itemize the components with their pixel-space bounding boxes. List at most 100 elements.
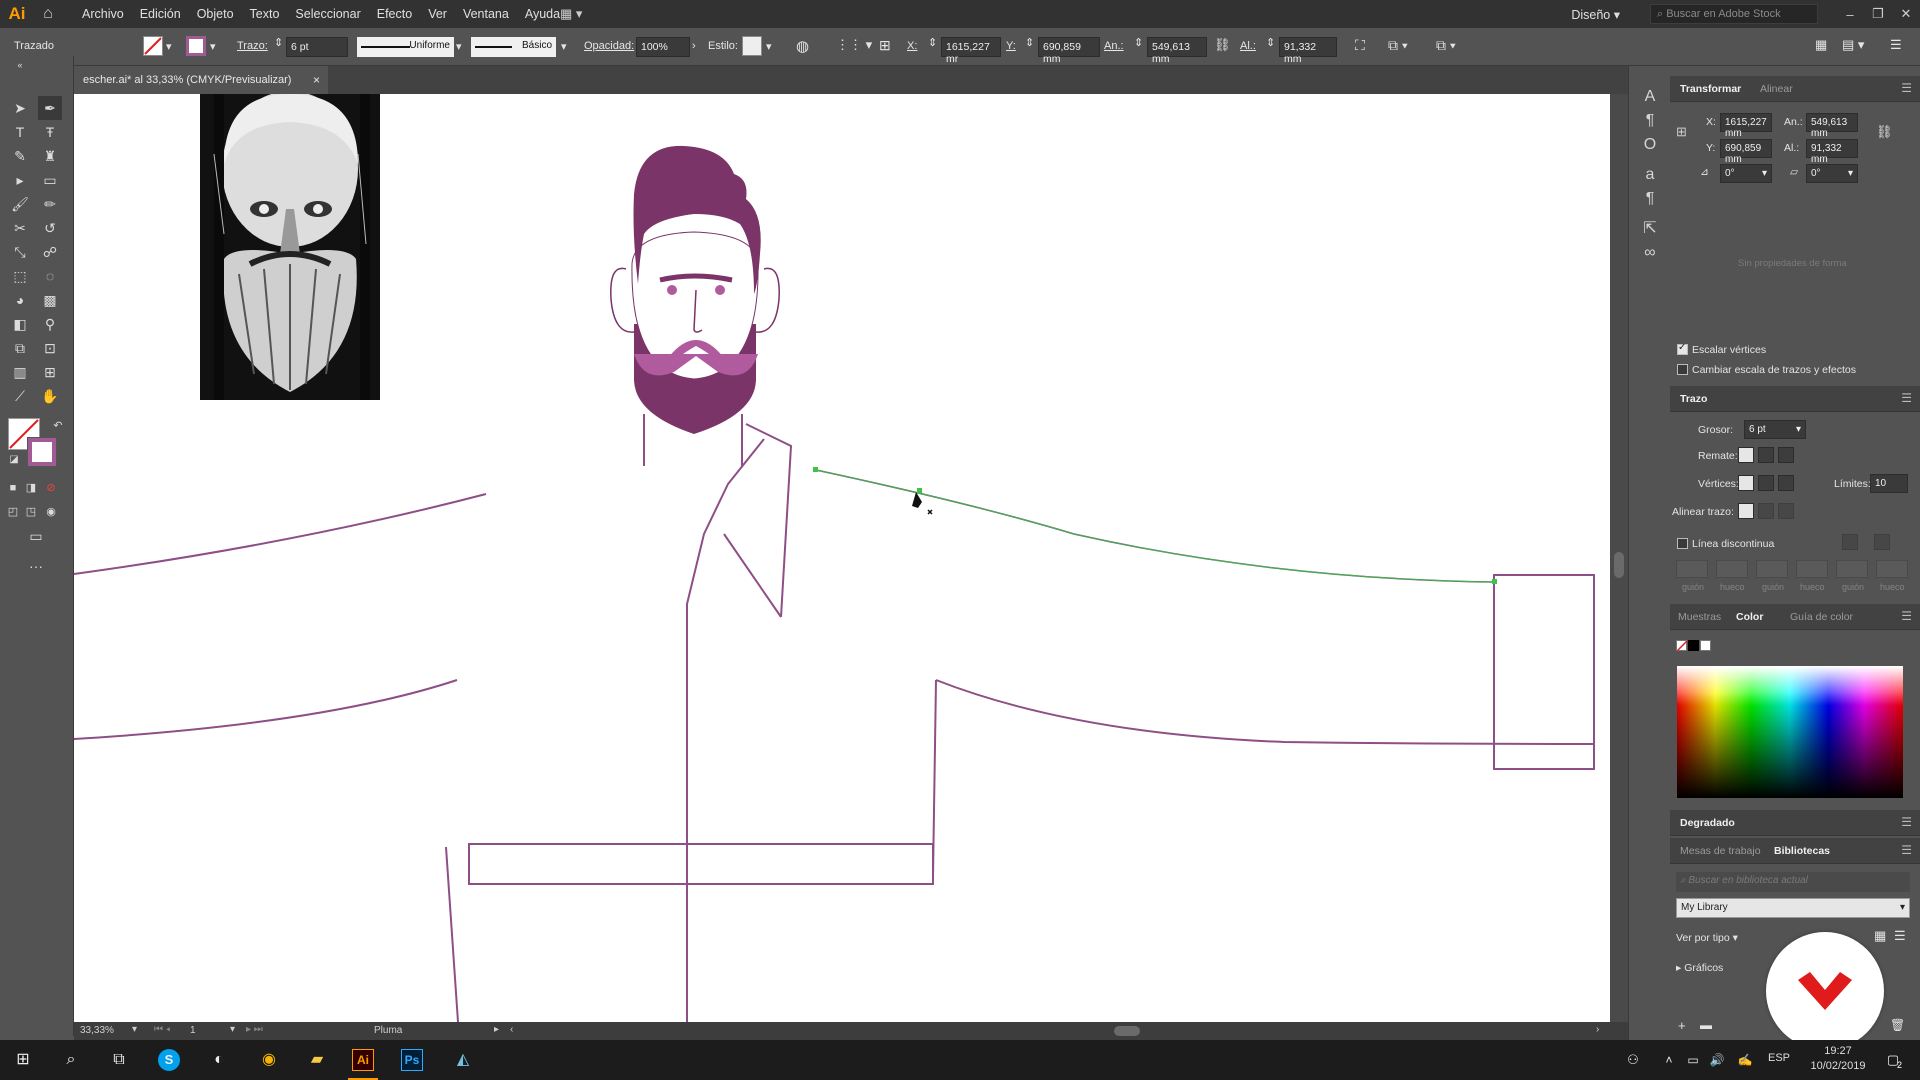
menu-ver[interactable]: Ver [420, 7, 455, 21]
transform-y-field[interactable]: 690,859 mm [1720, 139, 1772, 165]
symbol-sprayer-tool-icon[interactable]: ⊡ [38, 336, 62, 360]
graphics-section[interactable]: ▸ Gráficos [1676, 962, 1723, 974]
transform-x-field[interactable]: 1615,227 mm [1720, 113, 1772, 139]
artboard-number[interactable]: 1 [190, 1025, 196, 1036]
none-mode-icon[interactable]: ⊘ [42, 476, 60, 500]
arrange-icon[interactable]: ▦ [1815, 37, 1827, 53]
network-icon[interactable]: ▭ [1680, 1048, 1706, 1072]
view-by-type[interactable]: Ver por tipo ▾ [1676, 932, 1738, 944]
document-tab[interactable]: escher.ai* al 33,33% (CMYK/Previsualizar… [74, 66, 328, 94]
paragraph-panel-icon[interactable]: ¶ [1639, 110, 1661, 132]
fill-dropdown-icon[interactable]: ▾ [166, 40, 172, 53]
reference-point-locator-icon[interactable]: ⊞ [1676, 124, 1687, 140]
scale-tool-icon[interactable]: ⤡ [8, 240, 32, 264]
slice-tool-icon[interactable]: ⟋ [8, 384, 32, 408]
none-color-swatch[interactable] [1676, 640, 1688, 652]
round-join-icon[interactable] [1758, 475, 1774, 491]
draw-behind-icon[interactable]: ◳ [22, 500, 40, 524]
screen-mode-icon[interactable]: ▭ [24, 524, 48, 548]
zoom-dropdown-icon[interactable]: ▾ [132, 1024, 137, 1035]
menu-ventana[interactable]: Ventana [455, 7, 517, 21]
color-spectrum[interactable] [1677, 666, 1903, 798]
tab-alinear[interactable]: Alinear [1760, 83, 1793, 95]
profile-dropdown-icon[interactable]: ▾ [456, 40, 462, 53]
graphic-style-swatch[interactable] [742, 36, 762, 56]
artboard-dropdown-icon[interactable]: ▾ [230, 1024, 235, 1035]
edit-toolbar-icon[interactable]: ··· [24, 554, 48, 578]
touch-type-tool-icon[interactable]: Ŧ [38, 120, 62, 144]
menu-seleccionar[interactable]: Seleccionar [287, 7, 368, 21]
home-icon[interactable]: ⌂ [34, 5, 62, 23]
stroke-weight-field[interactable]: 6 pt [286, 37, 348, 57]
tray-expand-icon[interactable]: ˄ [1656, 1048, 1682, 1072]
tab-degradado[interactable]: Degradado [1680, 817, 1735, 829]
reference-point-icon[interactable]: ⊞ [879, 37, 891, 54]
tab-guia-de-color[interactable]: Guía de color [1790, 611, 1853, 623]
variable-width-profile[interactable]: Uniforme [357, 37, 454, 57]
close-window-icon[interactable]: ✕ [1892, 6, 1920, 22]
rotate-dropdown-icon[interactable]: ▾ [1762, 168, 1767, 179]
stock-search-input[interactable]: ⌕ Buscar en Adobe Stock [1650, 4, 1818, 24]
task-view-icon[interactable]: ⧉ [106, 1048, 132, 1072]
chrome-icon[interactable]: ◉ [256, 1048, 282, 1072]
stroke-swatch[interactable] [27, 437, 57, 467]
align-outside-icon[interactable] [1778, 503, 1794, 519]
shear-dropdown-icon[interactable]: ▾ [1848, 168, 1853, 179]
file-explorer-icon[interactable]: ▰ [304, 1048, 330, 1072]
trash-icon[interactable]: 🗑 [1890, 1018, 1905, 1032]
active-pen-path[interactable] [813, 467, 1497, 584]
pen-tool-icon[interactable]: ✒ [38, 96, 62, 120]
library-search-input[interactable]: ⌕ Buscar en biblioteca actual [1676, 872, 1910, 892]
mesh-tool-icon[interactable]: ▩ [38, 288, 62, 312]
folder-icon[interactable]: ▬ [1700, 1018, 1712, 1032]
artboard[interactable] [74, 94, 1610, 1022]
libraries-panel-menu-icon[interactable]: ☰ [1901, 843, 1912, 857]
control-menu-icon[interactable]: ☰ [1890, 37, 1902, 53]
volume-icon[interactable]: 🔊 [1704, 1048, 1730, 1072]
restore-icon[interactable]: ❐ [1864, 6, 1892, 22]
y-stepper-icon[interactable]: ⇕ [1025, 36, 1034, 49]
gap-field-1[interactable] [1716, 560, 1748, 578]
draw-inside-icon[interactable]: ◉ [42, 500, 60, 524]
library-select[interactable]: My Library ▾ [1676, 898, 1910, 918]
shape-builder-tool-icon[interactable]: ◕ [8, 288, 32, 312]
height-stepper-icon[interactable]: ⇕ [1266, 36, 1275, 49]
width-stepper-icon[interactable]: ⇕ [1134, 36, 1143, 49]
swap-fill-stroke-icon[interactable]: ↶ [46, 414, 70, 438]
free-transform-tool-icon[interactable]: ⬚ [8, 264, 32, 288]
tab-color[interactable]: Color [1736, 611, 1763, 623]
menu-edicion[interactable]: Edición [132, 7, 189, 21]
stroke-weight-label[interactable]: Trazo: [237, 40, 268, 52]
photoshop-icon[interactable]: Ps [401, 1049, 423, 1071]
dash-field-1[interactable] [1676, 560, 1708, 578]
language-indicator[interactable]: ESP [1768, 1052, 1790, 1064]
align-options-icon[interactable]: ⋮⋮ ▾ [836, 37, 872, 53]
opacity-label[interactable]: Opacidad: [584, 40, 634, 52]
links-panel-icon[interactable]: ∞ [1639, 242, 1661, 264]
fill-none-swatch[interactable] [143, 36, 163, 56]
isolate-icon[interactable]: ⧉ ▾ [1388, 37, 1408, 54]
dash-field-2[interactable] [1756, 560, 1788, 578]
gap-field-2[interactable] [1796, 560, 1828, 578]
panel-menu-icon[interactable]: ☰ [1901, 81, 1912, 95]
x-field[interactable]: 1615,227 mr [941, 37, 1001, 65]
arrange-documents-icon[interactable]: ▦ ▾ [560, 6, 582, 22]
type-tool-icon[interactable]: T [8, 120, 32, 144]
tab-bibliotecas[interactable]: Bibliotecas [1774, 845, 1830, 857]
align-inside-icon[interactable] [1758, 503, 1774, 519]
constrain-proportions-icon[interactable]: ⛓ [1214, 37, 1231, 53]
start-icon[interactable]: ⊞ [10, 1048, 36, 1072]
x-stepper-icon[interactable]: ⇕ [928, 36, 937, 49]
style-dropdown-icon[interactable]: ▾ [766, 40, 772, 53]
menu-texto[interactable]: Texto [242, 7, 288, 21]
default-colors-icon[interactable]: ◪ [2, 448, 26, 472]
minimize-icon[interactable]: – [1836, 7, 1864, 22]
character-styles-icon[interactable]: a [1639, 164, 1661, 186]
search-icon[interactable]: ⌕ [58, 1048, 84, 1072]
list-view-icon[interactable]: ☰ [1894, 928, 1906, 944]
align-center-icon[interactable] [1738, 503, 1754, 519]
constrain-width-height-icon[interactable]: ⛓ [1876, 124, 1893, 140]
miter-join-icon[interactable] [1738, 475, 1754, 491]
recolor-artwork-icon[interactable]: ◍ [796, 37, 809, 55]
rotate-tool-icon[interactable]: ↺ [38, 216, 62, 240]
